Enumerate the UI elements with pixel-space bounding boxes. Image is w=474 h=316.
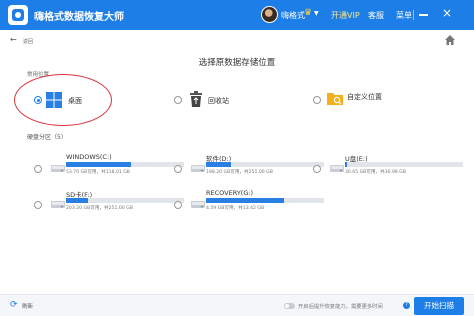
- drive-e-usage-fill: [345, 162, 348, 167]
- avatar[interactable]: [261, 6, 278, 23]
- customer-service-link[interactable]: 客服: [368, 10, 384, 21]
- drive-c-name: WINDOWS(C:): [66, 153, 112, 161]
- drive-e-usage-bar: [345, 162, 463, 167]
- vip-upgrade-link[interactable]: 开通VIP: [331, 10, 360, 21]
- chevron-down-icon[interactable]: ▼: [314, 10, 319, 17]
- drive-f-radio[interactable]: [34, 201, 42, 209]
- back-arrow-icon[interactable]: ←: [10, 35, 17, 44]
- drive-f[interactable]: SD卡(F:) 203.20 GB可用，共251.00 GB: [34, 189, 184, 219]
- disk-partitions-label: 硬盘分区（5）: [27, 134, 67, 141]
- windows-desktop-icon: [46, 92, 62, 108]
- recycle-bin-icon: [190, 91, 202, 107]
- drive-c-size: 53.70 GB可用，共118.01 GB: [66, 170, 130, 175]
- deep-scan-toggle[interactable]: [284, 303, 295, 309]
- help-icon[interactable]: ?: [403, 302, 410, 309]
- hard-drive-icon: [330, 165, 344, 172]
- drive-d-usage-fill: [206, 162, 231, 167]
- crown-icon: ♛: [304, 8, 313, 18]
- custom-location-option-label[interactable]: 自定义位置: [347, 92, 382, 102]
- drive-e-size: 30.65 GB可用，共30.98 GB: [345, 170, 407, 175]
- hard-drive-icon: [51, 165, 65, 172]
- refresh-icon[interactable]: ⟳: [10, 300, 18, 310]
- bottom-bar: ⟳ 刷新 开启后提升恢复能力，需要更多时间 ? 开始扫描: [0, 294, 474, 316]
- drive-g[interactable]: RECOVERY(G:) 4.59 GB可用，共13.42 GB: [174, 189, 324, 219]
- drive-f-size: 203.20 GB可用，共251.00 GB: [66, 206, 133, 211]
- folder-search-icon: [327, 93, 343, 105]
- recycle-bin-option-label[interactable]: 回收站: [208, 96, 229, 106]
- page-title: 选择原数据存储位置: [198, 58, 276, 68]
- drive-e-radio[interactable]: [313, 165, 321, 173]
- drive-f-usage-fill: [66, 198, 89, 203]
- drive-f-usage-bar: [66, 198, 184, 203]
- drive-d[interactable]: 软件(D:) 198.20 GB可用，共251.00 GB: [174, 153, 324, 183]
- username[interactable]: 嗨格式: [281, 10, 305, 21]
- back-link[interactable]: 返回: [23, 38, 33, 45]
- home-icon[interactable]: [444, 34, 456, 46]
- drive-c-radio[interactable]: [34, 165, 42, 173]
- drive-g-radio[interactable]: [174, 201, 182, 209]
- window-divider: [413, 10, 414, 20]
- title-bar: 嗨格式数据恢复大师 嗨格式 ♛ ▼ 开通VIP 客服 菜单 ×: [0, 0, 474, 30]
- desktop-option-label[interactable]: 桌面: [68, 96, 82, 106]
- app-title: 嗨格式数据恢复大师: [34, 12, 124, 23]
- refresh-link[interactable]: 刷新: [22, 302, 33, 310]
- drive-e[interactable]: U盘(E:) 30.65 GB可用，共30.98 GB: [313, 153, 463, 183]
- drive-d-size: 198.20 GB可用，共251.00 GB: [206, 170, 273, 175]
- app-logo-icon: [8, 5, 28, 25]
- drive-c-usage-fill: [66, 162, 131, 167]
- drive-c[interactable]: WINDOWS(C:) 53.70 GB可用，共118.01 GB: [34, 153, 184, 183]
- hard-drive-icon: [51, 201, 65, 208]
- recycle-bin-radio[interactable]: [174, 96, 182, 104]
- drive-g-name: RECOVERY(G:): [206, 189, 254, 197]
- minimize-icon[interactable]: [419, 14, 428, 16]
- drive-d-usage-bar: [206, 162, 324, 167]
- drive-g-usage-fill: [206, 198, 284, 203]
- highlight-annotation: [14, 74, 112, 126]
- drive-c-usage-bar: [66, 162, 184, 167]
- hard-drive-icon: [191, 165, 205, 172]
- deep-scan-label: 开启后提升恢复能力，需要更多时间: [298, 304, 383, 310]
- hard-drive-icon: [191, 201, 205, 208]
- start-scan-button[interactable]: 开始扫描: [414, 297, 464, 315]
- menu-button[interactable]: 菜单: [396, 10, 412, 21]
- drive-g-size: 4.59 GB可用，共13.42 GB: [206, 206, 265, 211]
- drive-g-usage-bar: [206, 198, 324, 203]
- close-icon[interactable]: ×: [442, 6, 452, 20]
- desktop-radio[interactable]: [34, 96, 42, 104]
- drive-d-radio[interactable]: [174, 165, 182, 173]
- custom-location-radio[interactable]: [313, 96, 321, 104]
